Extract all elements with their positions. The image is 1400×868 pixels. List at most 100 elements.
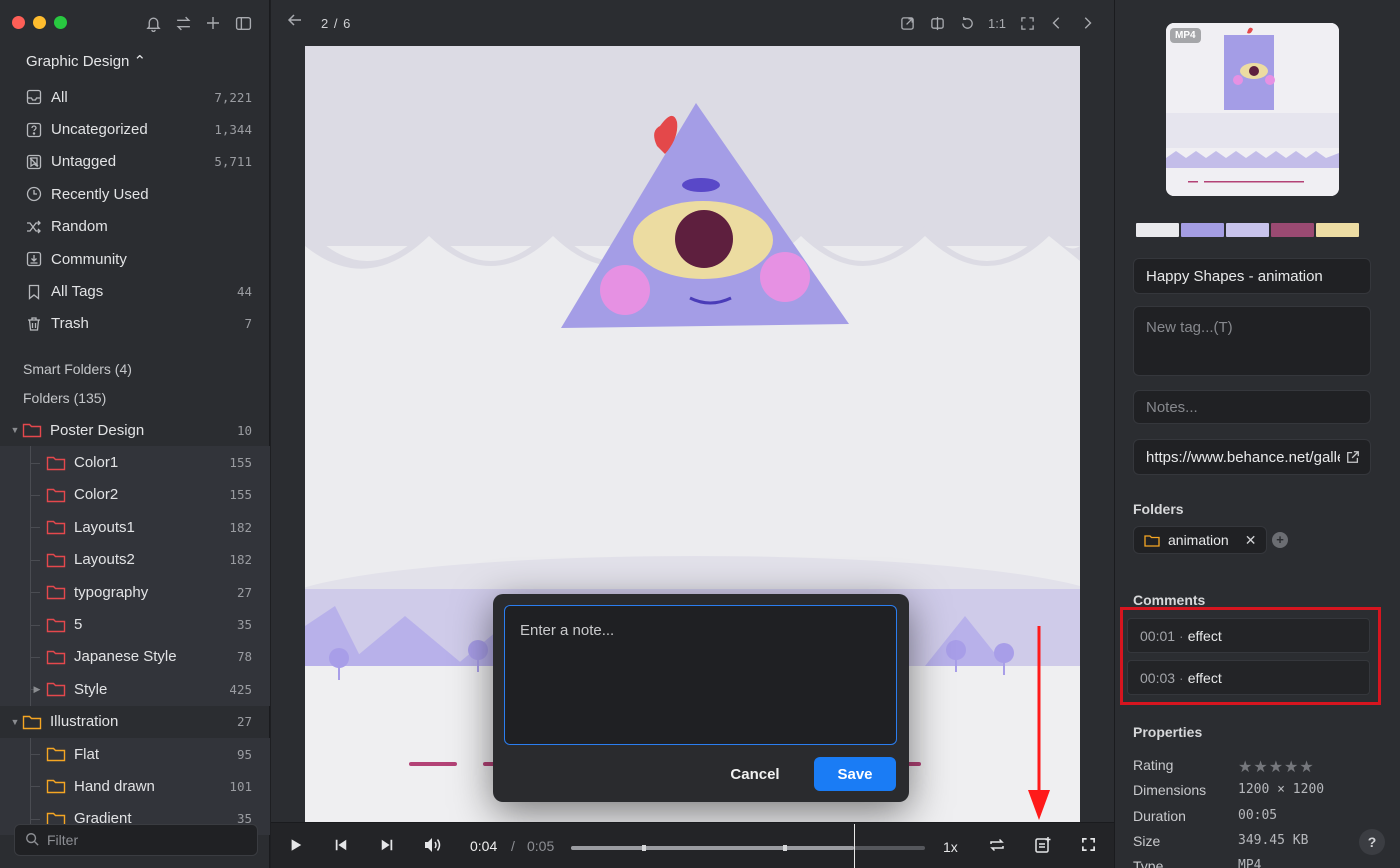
rotate-icon[interactable] bbox=[958, 12, 976, 34]
open-external-icon[interactable] bbox=[898, 12, 916, 34]
folder-item[interactable]: Layouts2 182 bbox=[0, 543, 270, 576]
note-input[interactable] bbox=[504, 605, 897, 745]
folder-item[interactable]: typography 27 bbox=[0, 575, 270, 609]
chevron-right-icon[interactable]: ▶ bbox=[30, 684, 44, 695]
sidebar-item-uncategorized[interactable]: Uncategorized 1,344 bbox=[0, 113, 270, 145]
next-item-icon[interactable] bbox=[1078, 12, 1096, 34]
palette-swatch[interactable] bbox=[1226, 223, 1269, 237]
comment-timestamp[interactable]: 00:01 bbox=[1140, 628, 1175, 644]
file-type-badge: MP4 bbox=[1170, 28, 1201, 43]
sidebar-item-community[interactable]: Community bbox=[0, 243, 270, 275]
sidebar-item-all[interactable]: All 7,221 bbox=[0, 81, 270, 113]
total-duration: 0:05 bbox=[527, 838, 555, 854]
folder-item[interactable]: Color2 155 bbox=[0, 478, 270, 512]
palette-swatch[interactable] bbox=[1316, 223, 1359, 237]
folder-item[interactable]: 5 35 bbox=[0, 608, 270, 641]
sync-arrows-icon[interactable] bbox=[174, 12, 192, 34]
playback-speed[interactable]: 1x bbox=[943, 839, 958, 855]
comment-item[interactable]: 00:01 · effect bbox=[1127, 618, 1370, 653]
source-url-field[interactable]: https://www.behance.net/gallery bbox=[1133, 439, 1371, 475]
notes-input[interactable]: Notes... bbox=[1133, 390, 1371, 424]
skip-forward-icon[interactable] bbox=[380, 838, 394, 852]
star-icon[interactable]: ★ bbox=[1269, 759, 1284, 776]
folder-item[interactable]: ▼ Poster Design 10 bbox=[0, 414, 270, 446]
nav-list: All 7,221 Uncategorized 1,344 Untagged 5,711 R… bbox=[0, 81, 270, 340]
folder-item[interactable]: Flat 95 bbox=[0, 737, 270, 771]
help-button[interactable]: ? bbox=[1359, 829, 1385, 855]
comment-item[interactable]: 00:03 · effect bbox=[1127, 660, 1370, 695]
sidebar-item-trash[interactable]: Trash 7 bbox=[0, 308, 270, 340]
folder-count: 35 bbox=[236, 617, 252, 633]
compare-icon[interactable] bbox=[928, 12, 946, 34]
size-row: Size 349.45 KB bbox=[1133, 833, 1383, 849]
playhead[interactable] bbox=[854, 824, 856, 868]
smart-folders-heading[interactable]: Smart Folders (4) bbox=[23, 361, 132, 377]
sidebar-item-untagged[interactable]: Untagged 5,711 bbox=[0, 146, 270, 178]
star-icon[interactable]: ★ bbox=[1284, 759, 1299, 776]
folder-chip-label: animation bbox=[1168, 532, 1229, 548]
sidebar-item-all-tags[interactable]: All Tags 44 bbox=[0, 275, 270, 307]
comment-marker[interactable] bbox=[783, 845, 788, 851]
duration-row: Duration 00:05 bbox=[1133, 808, 1383, 824]
folder-item[interactable]: Color1 155 bbox=[0, 446, 270, 479]
minimize-window-button[interactable] bbox=[33, 16, 46, 29]
folder-item[interactable]: Japanese Style 78 bbox=[0, 640, 270, 674]
folder-item[interactable]: ▶ Style 425 bbox=[0, 673, 270, 706]
zoom-window-button[interactable] bbox=[54, 16, 67, 29]
chevron-down-icon[interactable]: ▼ bbox=[8, 425, 22, 435]
back-arrow-icon[interactable] bbox=[287, 12, 303, 33]
media-viewer: 2 / 6 1:1 Enter a note... Cancel Save 0:… bbox=[271, 0, 1114, 868]
folder-item[interactable]: Hand drawn 101 bbox=[0, 770, 270, 803]
star-icon[interactable]: ★ bbox=[1299, 759, 1314, 776]
palette-swatch[interactable] bbox=[1136, 223, 1179, 237]
play-icon[interactable] bbox=[289, 838, 303, 852]
folder-chip[interactable]: animation ✕ bbox=[1133, 526, 1268, 554]
rating-row: Rating ★★★★★ bbox=[1133, 757, 1383, 777]
question-icon bbox=[25, 121, 43, 139]
comment-timestamp[interactable]: 00:03 bbox=[1140, 670, 1175, 686]
folder-item[interactable]: Layouts1 182 bbox=[0, 511, 270, 544]
library-switcher[interactable]: Graphic Design ⌃ bbox=[26, 52, 146, 70]
sidebar-item-label: Recently Used bbox=[51, 185, 149, 203]
title-field[interactable]: Happy Shapes - animation bbox=[1133, 258, 1371, 294]
folder-item[interactable]: ▼ Illustration 27 bbox=[0, 706, 270, 738]
rating-stars[interactable]: ★★★★★ bbox=[1238, 757, 1315, 777]
seek-bar[interactable] bbox=[571, 824, 925, 868]
source-url-value: https://www.behance.net/gallery bbox=[1146, 448, 1358, 466]
bell-icon[interactable] bbox=[144, 12, 162, 34]
volume-icon[interactable] bbox=[424, 837, 442, 853]
remove-folder-icon[interactable]: ✕ bbox=[1245, 532, 1257, 549]
cancel-button[interactable]: Cancel bbox=[719, 757, 791, 791]
sidebar-toggle-icon[interactable] bbox=[234, 12, 252, 34]
comment-marker[interactable] bbox=[641, 845, 646, 851]
save-button[interactable]: Save bbox=[814, 757, 896, 791]
comments-section-heading: Comments bbox=[1133, 592, 1206, 608]
add-folder-icon[interactable]: + bbox=[1272, 532, 1288, 548]
preview-thumbnail[interactable]: MP4 bbox=[1166, 23, 1339, 196]
fit-screen-icon[interactable] bbox=[1018, 12, 1036, 34]
sidebar-item-label: Community bbox=[51, 250, 127, 268]
filter-input[interactable]: Filter bbox=[14, 824, 258, 856]
loop-icon[interactable] bbox=[989, 837, 1005, 853]
close-window-button[interactable] bbox=[12, 16, 25, 29]
sidebar-item-count: 7,221 bbox=[214, 89, 252, 105]
external-link-icon[interactable] bbox=[1340, 450, 1360, 467]
fullscreen-icon[interactable] bbox=[1081, 837, 1096, 852]
separator-dot: · bbox=[1179, 627, 1184, 644]
add-comment-icon[interactable] bbox=[1034, 836, 1052, 854]
actual-size-icon[interactable]: 1:1 bbox=[988, 12, 1006, 34]
star-icon[interactable]: ★ bbox=[1238, 759, 1253, 776]
sidebar-item-count: 5,711 bbox=[214, 154, 252, 170]
skip-back-icon[interactable] bbox=[334, 838, 348, 852]
previous-item-icon[interactable] bbox=[1048, 12, 1066, 34]
palette-swatch[interactable] bbox=[1271, 223, 1314, 237]
tags-input[interactable]: New tag...(T) bbox=[1133, 306, 1371, 376]
plus-icon[interactable] bbox=[204, 12, 222, 34]
palette-swatch[interactable] bbox=[1181, 223, 1224, 237]
sidebar-item-recently-used[interactable]: Recently Used bbox=[0, 178, 270, 210]
chevron-down-icon[interactable]: ▼ bbox=[8, 717, 22, 727]
folders-heading[interactable]: Folders (135) bbox=[23, 390, 106, 406]
star-icon[interactable]: ★ bbox=[1253, 759, 1268, 776]
sidebar-item-random[interactable]: Random bbox=[0, 211, 270, 243]
search-icon bbox=[25, 832, 39, 849]
